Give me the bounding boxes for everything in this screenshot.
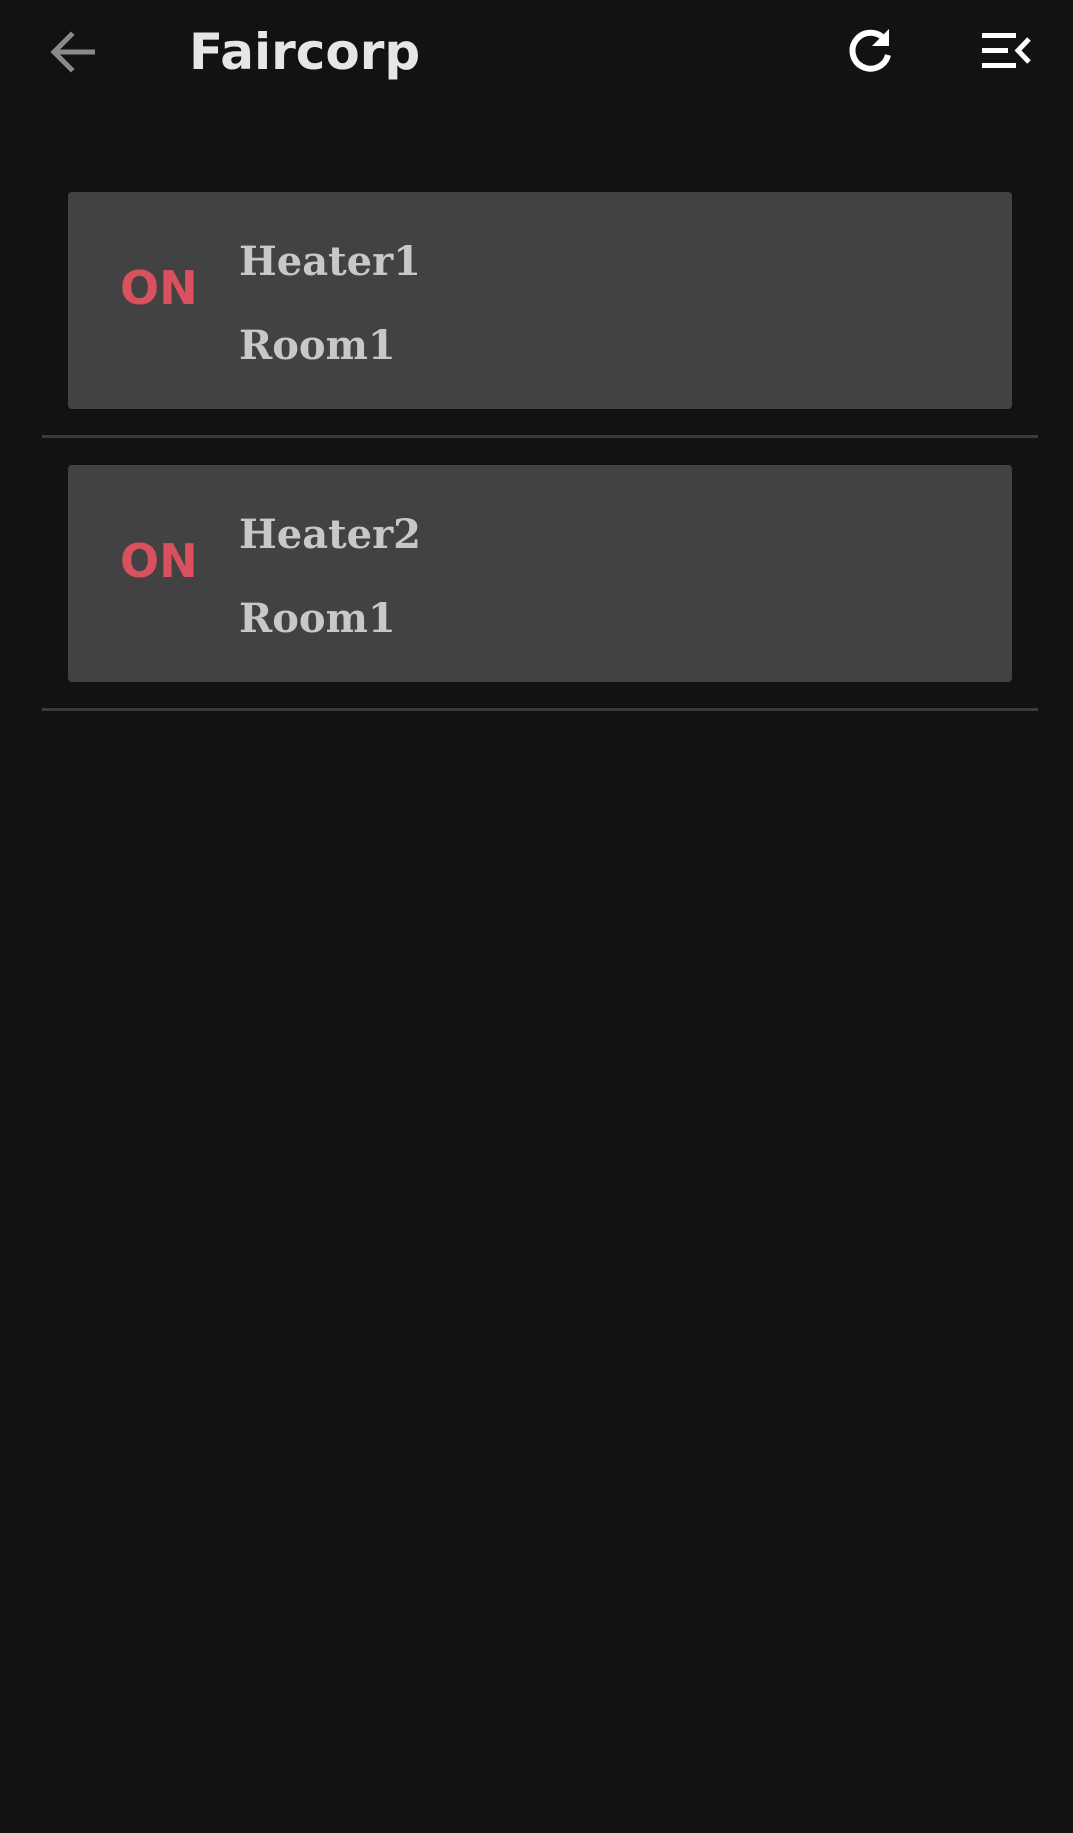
status-label: ON (120, 261, 198, 315)
arrow-back-icon (50, 31, 95, 73)
heater-name: Heater2 (239, 511, 421, 558)
heater-name: Heater1 (239, 238, 421, 285)
back-button[interactable] (42, 22, 102, 82)
heater-card[interactable]: ON Heater1 Room1 (68, 192, 1012, 409)
menu-button[interactable] (975, 20, 1037, 82)
divider (42, 708, 1038, 711)
status-label: ON (120, 534, 198, 588)
app-bar: Faircorp (0, 0, 1073, 104)
refresh-icon (849, 29, 891, 72)
heater-card[interactable]: ON Heater2 Room1 (68, 465, 1012, 682)
room-name: Room1 (239, 322, 396, 369)
divider (42, 435, 1038, 438)
refresh-button[interactable] (840, 20, 900, 82)
room-name: Room1 (239, 595, 396, 642)
page-title: Faircorp (189, 23, 421, 81)
menu-open-icon (982, 33, 1031, 68)
